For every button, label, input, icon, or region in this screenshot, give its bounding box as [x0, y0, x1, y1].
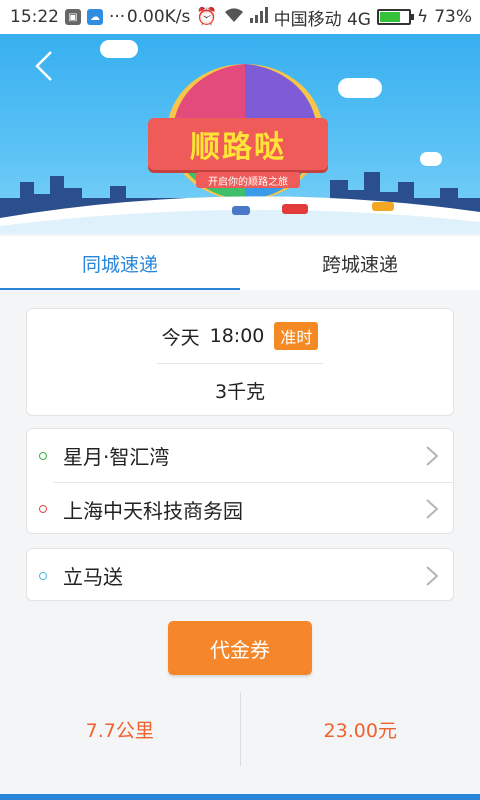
weight-row[interactable]: 3千克	[27, 364, 453, 417]
delivery-address: 上海中天科技商务园	[63, 498, 243, 523]
service-type: 立马送	[63, 565, 123, 589]
back-button[interactable]	[24, 46, 64, 86]
chevron-right-icon	[426, 499, 439, 519]
status-bar: 15:22 ▣ ☁ ··· 0.00K/s ⏰ 中国移动 4G ϟ 73%	[0, 0, 480, 34]
status-left: 15:22 ▣ ☁ ···	[10, 7, 125, 27]
tab-cross-city[interactable]: 跨城速递	[240, 236, 480, 290]
cloud-decoration	[420, 152, 442, 166]
ontime-badge: 准时	[274, 322, 319, 350]
network-speed: 0.00K/s	[126, 7, 191, 27]
delivery-time: 18:00	[209, 325, 265, 347]
chevron-right-icon	[426, 565, 439, 586]
alarm-icon: ⏰	[196, 7, 218, 27]
tab-bar: 同城速递 跨城速递	[0, 236, 480, 290]
more-notifications: ···	[109, 7, 126, 27]
charging-icon: ϟ	[416, 7, 429, 27]
pickup-address-row[interactable]: 星月·智汇湾	[27, 429, 453, 482]
service-dot-icon	[39, 571, 47, 580]
service-row[interactable]: 立马送	[27, 549, 453, 602]
notification-icon: ▣	[65, 9, 81, 25]
bottom-accent-bar	[0, 794, 480, 800]
distance-value: 7.7公里	[85, 719, 154, 742]
pickup-dot-icon	[39, 451, 47, 460]
package-weight: 3千克	[214, 381, 266, 403]
city-skyline-illustration	[0, 172, 480, 234]
delivery-info-card: 今天 18:00 准时 3千克	[26, 308, 454, 416]
delivery-address-row[interactable]: 上海中天科技商务园	[39, 482, 453, 535]
pickup-address: 星月·智汇湾	[63, 445, 170, 469]
chevron-right-icon	[426, 445, 439, 466]
tab-same-city[interactable]: 同城速递	[0, 236, 240, 290]
order-summary: 7.7公里 23.00元	[0, 692, 480, 766]
banner-title: 顺路哒	[148, 118, 328, 170]
banner: 顺路哒 开启你的顺路之旅	[0, 34, 480, 234]
battery-percent: 73%	[434, 7, 472, 27]
delivery-day: 今天	[161, 326, 200, 349]
cloud-icon: ☁	[87, 9, 103, 25]
battery-icon	[376, 9, 414, 25]
delivery-time-row[interactable]: 今天 18:00 准时	[27, 309, 453, 363]
status-right: 0.00K/s ⏰ 中国移动 4G ϟ 73%	[127, 5, 472, 30]
cloud-decoration	[338, 78, 382, 98]
clock: 15:22	[10, 7, 59, 27]
coupon-button[interactable]: 代金券	[168, 621, 312, 675]
cloud-decoration	[100, 40, 138, 58]
address-card: 星月·智汇湾 上海中天科技商务园	[26, 428, 454, 534]
delivery-dot-icon	[39, 505, 47, 513]
chevron-left-icon	[35, 51, 52, 81]
price-value: 23.00元	[323, 719, 397, 742]
wifi-icon	[224, 7, 244, 28]
carrier: 中国移动 4G	[273, 9, 371, 30]
service-card: 立马送	[26, 548, 454, 601]
signal-icon	[249, 6, 268, 28]
